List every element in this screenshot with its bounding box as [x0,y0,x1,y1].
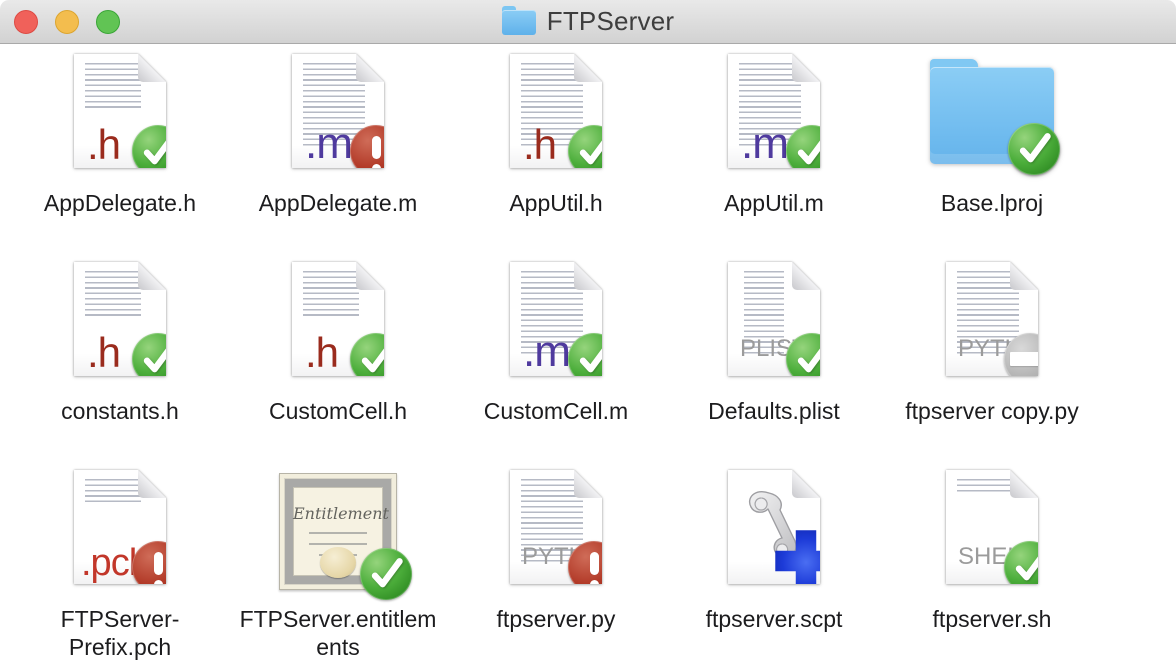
certificate-title: Entitlement [293,504,383,523]
exclamation-badge-icon [132,541,184,593]
file-item[interactable]: ftpserver.scpt [665,470,883,664]
page-fold [1010,470,1038,498]
code-document-icon: .m [694,54,854,176]
page-fold [574,262,602,290]
check-badge-icon [350,333,402,385]
page-fold [138,470,166,498]
code-text-decoration [85,63,141,111]
code-document-icon: .pch [40,470,200,592]
check-badge-icon [568,125,620,177]
file-extension-label: .m [305,122,352,166]
page-fold [574,54,602,82]
check-badge-icon [1008,123,1060,175]
code-document-icon: .m [476,262,636,384]
file-item[interactable]: .m CustomCell.m [447,262,665,470]
code-document-icon: SHELL [912,470,1072,592]
check-badge-icon [786,125,838,177]
file-name: CustomCell.m [484,397,628,425]
code-document-icon: .h [258,262,418,384]
window-titlebar[interactable]: FTPServer [0,0,1176,44]
file-item[interactable]: SHELL ftpserver.sh [883,470,1101,664]
file-extension-label: .m [741,122,788,166]
page-fold [792,262,820,290]
exclamation-badge-icon [350,125,402,177]
file-item[interactable]: .m AppDelegate.m [229,54,447,262]
file-name: Defaults.plist [708,397,840,425]
minus-badge-icon [1004,333,1056,385]
file-name: ftpserver.sh [933,605,1052,633]
file-extension-label: .m [523,330,570,374]
page-fold [574,470,602,498]
check-badge-icon [360,548,412,600]
window-controls [14,0,120,44]
code-document-icon: .m [258,54,418,176]
folder-icon [502,10,536,35]
file-item[interactable]: .h CustomCell.h [229,262,447,470]
file-extension-label: .h [87,124,120,166]
file-item[interactable]: .h AppDelegate.h [11,54,229,262]
file-name: Base.lproj [941,189,1043,217]
certificate-seal [320,547,356,578]
file-name: AppUtil.h [509,189,602,217]
code-text-decoration [957,479,1013,493]
window-title-group: FTPServer [502,6,674,37]
file-name: FTPServer.entitlements [237,605,439,661]
check-badge-icon [1004,541,1056,593]
file-name: ftpserver.scpt [706,605,843,633]
code-text-decoration [85,271,141,319]
certificate-icon: Entitlement [258,470,418,592]
code-document-icon: PLIST [694,262,854,384]
file-name: AppUtil.m [724,189,824,217]
minimize-button[interactable] [55,10,79,34]
file-item[interactable]: PLIST Defaults.plist [665,262,883,470]
code-text-decoration [303,271,359,319]
file-item[interactable]: PYTHON ftpserver copy.py [883,262,1101,470]
file-item[interactable]: .m AppUtil.m [665,54,883,262]
close-button[interactable] [14,10,38,34]
file-item[interactable]: .h constants.h [11,262,229,470]
code-document-icon: PYTHON [912,262,1072,384]
code-document-icon: .h [40,54,200,176]
exclamation-badge-icon [568,541,620,593]
file-extension-label: .h [523,124,556,166]
code-text-decoration [85,479,141,505]
zoom-button[interactable] [96,10,120,34]
file-name: FTPServer-Prefix.pch [19,605,221,661]
page-fold [356,262,384,290]
file-item[interactable]: Base.lproj [883,54,1101,262]
check-badge-icon [132,125,184,177]
code-document-icon: PYTHON [476,470,636,592]
page-fold [138,54,166,82]
file-name: CustomCell.h [269,397,407,425]
file-name: AppDelegate.h [44,189,196,217]
file-name: ftpserver copy.py [905,397,1078,425]
check-badge-icon [786,333,838,385]
file-item[interactable]: .pch FTPServer-Prefix.pch [11,470,229,664]
file-item[interactable]: Entitlement FTPServer.entitlements [229,470,447,664]
file-name: constants.h [61,397,179,425]
code-document-icon: .h [40,262,200,384]
check-badge-icon [568,333,620,385]
page-fold [356,54,384,82]
file-extension-label: .h [87,332,120,374]
folder-icon [912,54,1072,176]
window-title: FTPServer [547,6,674,37]
file-item[interactable]: PYTHON ftpserver.py [447,470,665,664]
page-fold [792,54,820,82]
check-badge-icon [132,333,184,385]
file-extension-label: .h [305,332,338,374]
page-fold [138,262,166,290]
file-grid: .h AppDelegate.h .m AppDelegate.m [0,44,1176,664]
code-document-icon: .h [476,54,636,176]
page-fold [1010,262,1038,290]
file-name: ftpserver.py [497,605,616,633]
file-name: AppDelegate.m [259,189,418,217]
file-item[interactable]: .h AppUtil.h [447,54,665,262]
applescript-document-icon [694,470,854,592]
